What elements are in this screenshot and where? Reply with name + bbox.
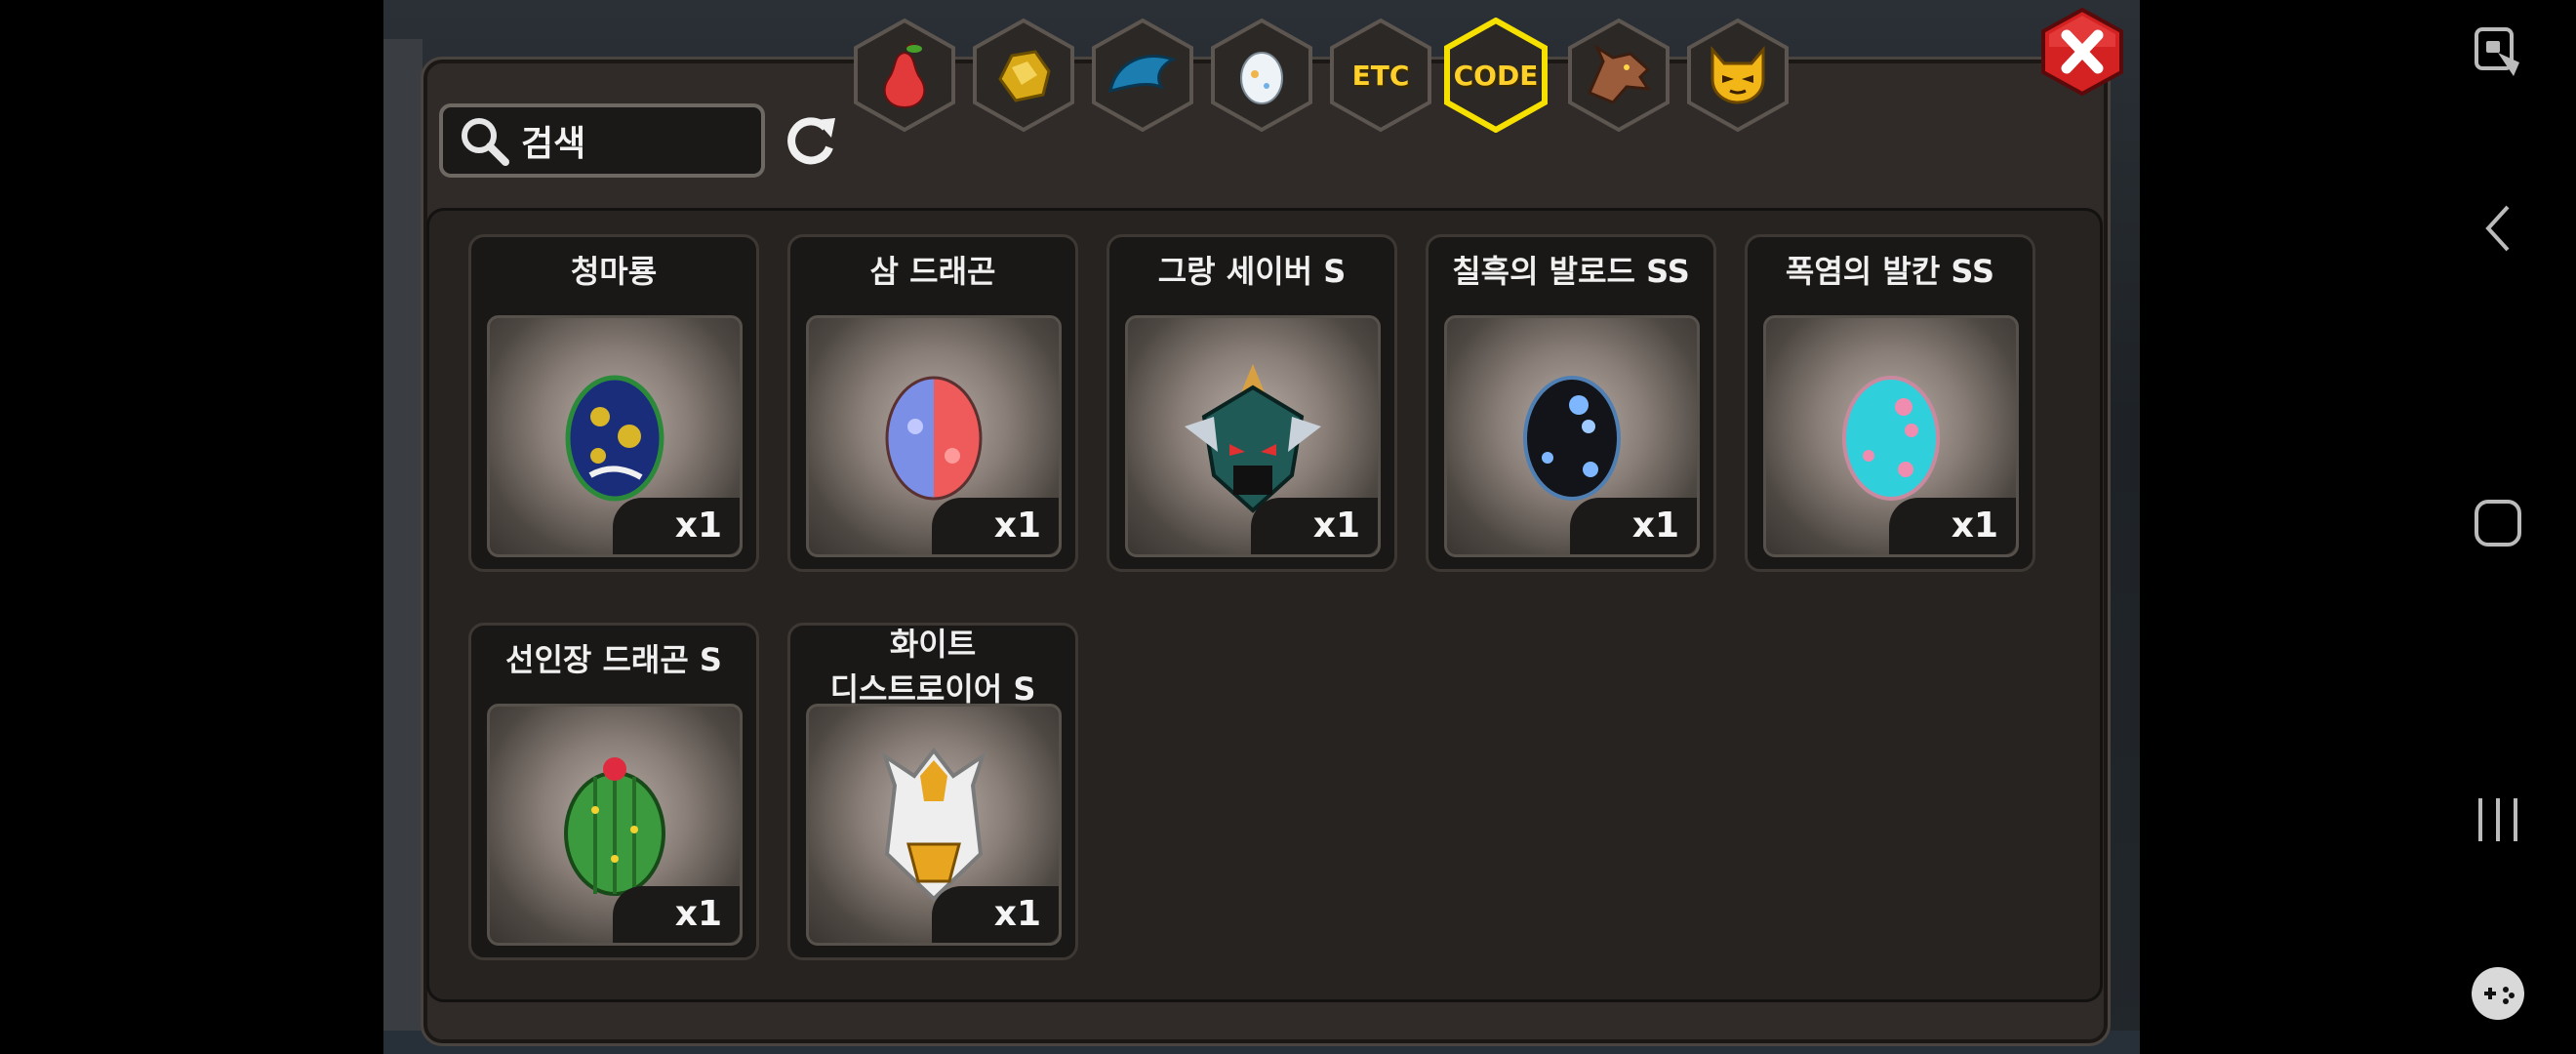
item-quantity: x1 xyxy=(1889,498,2016,554)
item-quantity: x1 xyxy=(932,498,1059,554)
tab-fruit[interactable] xyxy=(852,18,957,133)
tab-etc-label: ETC xyxy=(1351,59,1410,92)
item-name: 화이트 디스트로이어 S xyxy=(790,622,1075,711)
home-icon xyxy=(2475,500,2521,547)
tab-code-label: CODE xyxy=(1453,59,1539,92)
refresh-button[interactable] xyxy=(781,110,841,171)
item-card[interactable]: 선인장 드래곤 S x1 xyxy=(468,623,759,960)
recent-apps-icon xyxy=(2478,798,2517,841)
item-name-line1: 화이트 xyxy=(889,626,977,663)
search-input[interactable]: 검색 xyxy=(439,103,765,178)
system-navigation-bar xyxy=(2420,0,2576,1054)
screen-touch-lock-button[interactable] xyxy=(2420,14,2576,92)
item-name: 폭염의 발칸 SS xyxy=(1785,253,1995,290)
tab-egg[interactable] xyxy=(1209,18,1314,133)
gamepad-icon xyxy=(2472,967,2524,1020)
recent-apps-button[interactable] xyxy=(2420,781,2576,859)
tab-monster[interactable] xyxy=(1090,18,1195,133)
devil-mask-icon xyxy=(1685,18,1791,133)
item-quantity: x1 xyxy=(932,886,1059,943)
item-quantity: x1 xyxy=(613,498,740,554)
touch-lock-icon xyxy=(2475,27,2519,76)
item-name: 그랑 세이버 S xyxy=(1157,253,1347,290)
tab-code[interactable]: CODE xyxy=(1443,17,1549,134)
item-card[interactable]: 그랑 세이버 S x1 xyxy=(1107,234,1397,572)
item-name: 삼 드래곤 xyxy=(869,253,996,290)
item-quantity: x1 xyxy=(1251,498,1378,554)
back-icon xyxy=(2485,205,2510,252)
tab-mask[interactable] xyxy=(1685,18,1791,133)
back-button[interactable] xyxy=(2420,189,2576,267)
pear-icon xyxy=(852,18,957,133)
item-card[interactable]: 화이트 디스트로이어 S x1 xyxy=(787,623,1078,960)
item-card[interactable]: 칠흑의 발로드 SS x1 xyxy=(1426,234,1716,572)
game-tools-button[interactable] xyxy=(2420,954,2576,1033)
home-button[interactable] xyxy=(2420,484,2576,562)
item-card[interactable]: 청마룡 x1 xyxy=(468,234,759,572)
egg-icon xyxy=(1209,18,1314,133)
tab-dragon[interactable] xyxy=(1566,18,1671,133)
tab-etc[interactable]: ETC xyxy=(1328,18,1433,133)
search-placeholder: 검색 xyxy=(521,124,586,164)
item-name: 칠흑의 발로드 SS xyxy=(1452,253,1690,290)
item-quantity: x1 xyxy=(613,886,740,943)
blue-creature-icon xyxy=(1090,18,1195,133)
tab-ore[interactable] xyxy=(971,18,1076,133)
item-name: 청마룡 xyxy=(570,253,658,290)
close-button[interactable] xyxy=(2039,7,2125,97)
item-card[interactable]: 삼 드래곤 x1 xyxy=(787,234,1078,572)
refresh-icon xyxy=(787,117,835,165)
item-quantity: x1 xyxy=(1570,498,1697,554)
item-card[interactable]: 폭염의 발칸 SS x1 xyxy=(1745,234,2035,572)
dragon-head-icon xyxy=(1566,18,1671,133)
item-name: 선인장 드래곤 S xyxy=(505,641,722,678)
gold-nugget-icon xyxy=(971,18,1076,133)
search-icon xyxy=(462,118,509,166)
